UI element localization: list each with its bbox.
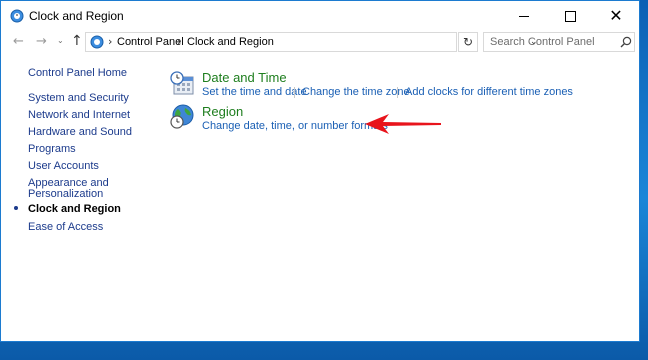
calendar-clock-icon[interactable]	[169, 70, 195, 96]
sidebar-item-hardware-and-sound[interactable]: Hardware and Sound	[28, 126, 132, 138]
link-set-time-and-date[interactable]: Set the time and date	[202, 86, 307, 98]
back-button[interactable]: ←	[13, 34, 24, 49]
address-bar[interactable]: › Control Panel › Clock and Region ⌄	[85, 32, 538, 52]
close-icon: ✕	[609, 6, 623, 25]
sidebar-item-user-accounts[interactable]: User Accounts	[28, 160, 99, 172]
sidebar-item-appearance-line2[interactable]: Personalization	[28, 188, 103, 200]
control-panel-icon	[90, 35, 104, 49]
up-button[interactable]: ↑	[71, 33, 83, 49]
sidebar-item-programs[interactable]: Programs	[28, 143, 76, 155]
link-change-formats[interactable]: Change date, time, or number formats	[202, 120, 388, 132]
recent-locations-chevron-icon[interactable]: ⌄	[57, 36, 64, 45]
refresh-icon: ↻	[462, 35, 474, 49]
sidebar-item-control-panel-home[interactable]: Control Panel Home	[28, 67, 127, 79]
window-title: Clock and Region	[29, 9, 124, 23]
breadcrumb-chevron-icon[interactable]: ›	[177, 35, 181, 48]
date-and-time-heading[interactable]: Date and Time	[202, 70, 287, 85]
globe-clock-icon[interactable]	[169, 104, 195, 130]
minimize-button[interactable]	[501, 1, 547, 31]
search-box[interactable]	[483, 32, 635, 52]
link-separator	[397, 87, 398, 98]
control-panel-window: Clock and Region ✕ ← → ⌄ ↑ › Control Pan…	[0, 0, 640, 342]
control-panel-icon	[10, 9, 24, 23]
sidebar-item-network-and-internet[interactable]: Network and Internet	[28, 109, 130, 121]
current-item-bullet-icon	[14, 206, 18, 210]
maximize-button[interactable]	[547, 1, 593, 31]
link-add-clocks[interactable]: Add clocks for different time zones	[405, 86, 573, 98]
sidebar-item-ease-of-access[interactable]: Ease of Access	[28, 221, 103, 233]
maximize-icon	[564, 10, 576, 22]
sidebar-item-clock-and-region: Clock and Region	[28, 203, 121, 215]
breadcrumb-control-panel[interactable]: Control Panel	[117, 36, 184, 48]
breadcrumb-clock-and-region[interactable]: Clock and Region	[187, 36, 274, 48]
title-bar[interactable]: Clock and Region ✕	[1, 1, 639, 31]
link-separator	[294, 87, 295, 98]
breadcrumb-chevron-icon[interactable]: ›	[108, 35, 112, 48]
red-arrow-icon	[365, 114, 441, 134]
close-button[interactable]: ✕	[593, 1, 639, 31]
sidebar-item-system-and-security[interactable]: System and Security	[28, 92, 129, 104]
region-heading[interactable]: Region	[202, 104, 243, 119]
refresh-button[interactable]: ↻	[458, 32, 478, 52]
minimize-icon	[519, 15, 529, 17]
forward-button[interactable]: →	[36, 34, 47, 49]
link-change-time-zone[interactable]: Change the time zone	[302, 86, 410, 98]
search-icon[interactable]	[620, 36, 632, 48]
search-input[interactable]	[484, 33, 620, 51]
